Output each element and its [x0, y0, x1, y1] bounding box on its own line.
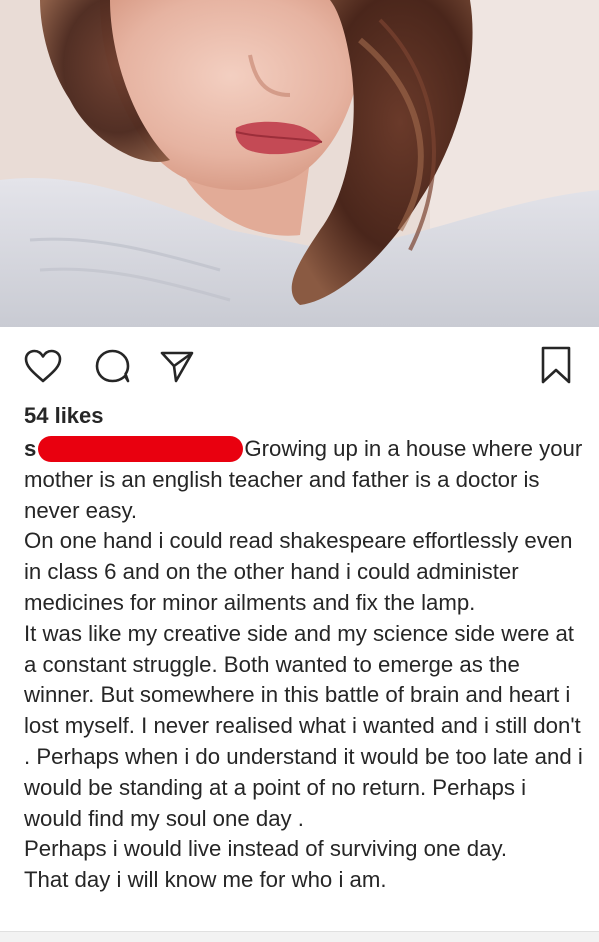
post-caption: s Growing up in a house where your mother… [24, 434, 584, 896]
share-button[interactable] [156, 345, 198, 387]
bookmark-icon [541, 346, 571, 384]
send-icon [160, 351, 194, 383]
username-visible-text: s [24, 436, 37, 461]
save-button[interactable] [536, 343, 576, 387]
username-link[interactable]: s [24, 434, 36, 465]
like-button[interactable] [22, 345, 64, 387]
heart-icon [24, 349, 62, 383]
photo-illustration [0, 0, 599, 327]
bottom-divider [0, 931, 599, 942]
comment-icon [95, 349, 130, 383]
caption-paragraph: On one hand i could read shakespeare eff… [24, 528, 573, 615]
caption-first-paragraph: s Growing up in a house where your mother… [24, 434, 584, 526]
post-action-bar [0, 327, 599, 407]
caption-paragraph: Perhaps i would live instead of survivin… [24, 836, 508, 862]
caption-paragraph: That day i will know me for who i am. [24, 867, 387, 893]
username-redaction [38, 436, 244, 462]
likes-count[interactable]: 54 likes [24, 402, 104, 430]
caption-paragraph: It was like my creative side and my scie… [24, 620, 583, 831]
comment-button[interactable] [92, 345, 134, 387]
post-photo [0, 0, 599, 327]
